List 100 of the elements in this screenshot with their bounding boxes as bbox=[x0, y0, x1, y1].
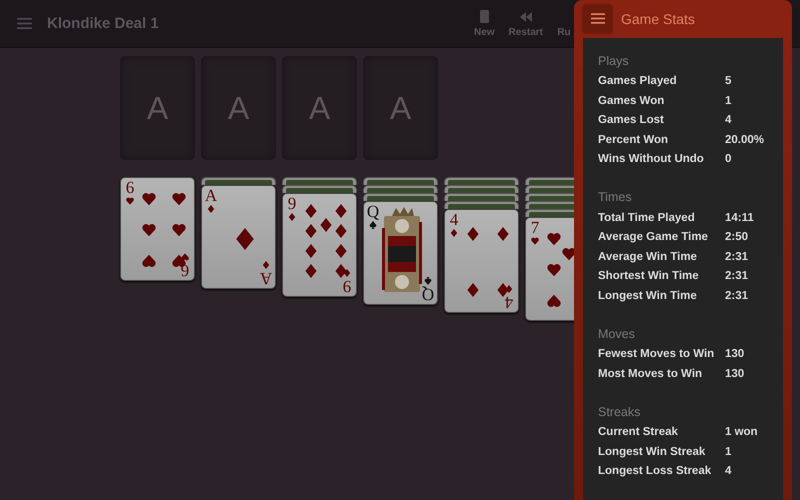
card-rank: A bbox=[204, 188, 218, 204]
restart-button[interactable]: Restart bbox=[504, 10, 547, 38]
stat-value: 4 bbox=[725, 465, 732, 478]
heart-icon bbox=[142, 254, 156, 267]
stat-label: Games Played bbox=[598, 75, 678, 88]
stat-label: Longest Win Time bbox=[598, 290, 698, 302]
heart-icon bbox=[562, 248, 576, 260]
stat-value: 20.00% bbox=[725, 134, 764, 146]
section-heading: Times bbox=[598, 189, 633, 206]
stat-label: Longest Win Streak bbox=[598, 446, 706, 458]
stat-label: Most Moves to Win bbox=[598, 368, 704, 380]
card-rank: 4 bbox=[504, 294, 514, 310]
diamond-icon bbox=[335, 204, 347, 218]
menu-button[interactable] bbox=[583, 4, 612, 33]
stat-label: Wins Without Undo bbox=[598, 153, 705, 166]
diamond-icon bbox=[236, 228, 254, 250]
stat-value: 2:31 bbox=[725, 270, 748, 282]
stat-value: 130 bbox=[725, 348, 744, 360]
stat-label: Percent Won bbox=[598, 134, 670, 146]
diamond-icon bbox=[467, 227, 479, 241]
stat-value: 130 bbox=[725, 368, 744, 380]
card-rank: Q bbox=[422, 286, 434, 302]
face-down-card[interactable] bbox=[201, 177, 276, 185]
card-rank: 9 bbox=[288, 196, 296, 212]
stat-label: Games Lost bbox=[598, 114, 665, 126]
stat-value: 2:31 bbox=[725, 250, 748, 263]
card-rank: A bbox=[260, 270, 272, 286]
stat-value: 2:31 bbox=[725, 290, 748, 302]
heart-icon bbox=[142, 224, 156, 236]
diamond-icon bbox=[320, 218, 332, 232]
spade-icon bbox=[369, 221, 377, 229]
stat-label: Average Win Time bbox=[598, 250, 698, 263]
diamond-icon bbox=[207, 205, 215, 213]
card-rank: 4 bbox=[450, 212, 458, 228]
face-down-card[interactable] bbox=[363, 177, 438, 185]
stat-value: 1 won bbox=[725, 426, 758, 438]
foundation-slot[interactable]: A bbox=[201, 56, 276, 160]
heart-icon bbox=[547, 264, 561, 276]
stat-value: 4 bbox=[725, 114, 732, 126]
diamond-icon bbox=[467, 283, 479, 297]
stat-label: Current Streak bbox=[598, 426, 679, 438]
heart-icon bbox=[172, 224, 186, 236]
diamond-icon bbox=[497, 227, 509, 241]
stat-value: 0 bbox=[725, 153, 732, 166]
face-down-card[interactable] bbox=[282, 177, 357, 185]
stat-value: 5 bbox=[725, 75, 732, 88]
card-rank: Q bbox=[366, 204, 380, 220]
face-down-card[interactable] bbox=[444, 185, 519, 193]
diamond-icon bbox=[305, 224, 317, 238]
stat-value: 1 bbox=[725, 446, 732, 458]
heart-icon bbox=[126, 197, 134, 205]
playing-card[interactable]: 4 4 bbox=[444, 209, 519, 313]
game-title: Klondike Deal 1 bbox=[47, 15, 159, 32]
section-heading: Plays bbox=[598, 52, 630, 70]
stat-label: Shortest Win Time bbox=[598, 270, 700, 282]
card-rank: 7 bbox=[530, 220, 540, 236]
menu-icon[interactable] bbox=[17, 17, 32, 30]
diamond-icon bbox=[305, 264, 317, 278]
diamond-icon bbox=[335, 244, 347, 258]
foundation-slot[interactable]: A bbox=[363, 56, 438, 160]
stat-label: Longest Loss Streak bbox=[598, 465, 712, 478]
heart-icon bbox=[547, 294, 561, 307]
diamond-icon bbox=[305, 204, 317, 218]
playing-card[interactable]: A A bbox=[201, 185, 276, 289]
stat-label: Fewest Moves to Win bbox=[598, 348, 716, 360]
diamond-icon bbox=[450, 229, 458, 237]
stat-label: Average Game Time bbox=[598, 231, 709, 244]
face-down-card[interactable] bbox=[363, 193, 438, 201]
stat-value: 2:50 bbox=[725, 231, 748, 244]
face-down-card[interactable] bbox=[444, 201, 519, 209]
playing-card[interactable]: Q Q bbox=[363, 201, 438, 305]
toolbar-button[interactable]: Ru bbox=[553, 10, 575, 38]
face-down-card[interactable] bbox=[444, 177, 519, 185]
section-heading: Moves bbox=[598, 326, 636, 342]
rewind-icon bbox=[518, 10, 533, 24]
card-rank: 9 bbox=[342, 278, 352, 294]
stat-label: Games Won bbox=[598, 94, 666, 107]
diamond-icon bbox=[305, 244, 317, 258]
heart-icon bbox=[531, 237, 539, 245]
diamond-icon bbox=[335, 224, 347, 238]
panel-title: Game Stats bbox=[621, 10, 695, 27]
card-icon bbox=[477, 10, 492, 24]
card-rank: 6 bbox=[126, 180, 134, 196]
diamond-icon bbox=[262, 261, 270, 269]
face-down-card[interactable] bbox=[363, 185, 438, 193]
heart-icon bbox=[172, 193, 186, 206]
menu-icon bbox=[590, 12, 604, 26]
heart-icon bbox=[142, 193, 156, 206]
stat-value: 14:11 bbox=[725, 212, 754, 224]
new-game-button[interactable]: New bbox=[470, 10, 499, 38]
foundation-slot[interactable]: A bbox=[282, 56, 357, 160]
diamond-icon bbox=[288, 213, 296, 221]
face-down-card[interactable] bbox=[282, 185, 357, 193]
stat-label: Total Time Played bbox=[598, 212, 696, 224]
face-down-card[interactable] bbox=[444, 193, 519, 201]
spade-icon bbox=[424, 277, 432, 285]
section-heading: Streaks bbox=[598, 404, 642, 420]
foundation-slot[interactable]: A bbox=[120, 56, 195, 160]
stat-value: 1 bbox=[725, 94, 732, 107]
playing-card[interactable]: 9 9 bbox=[282, 193, 357, 297]
